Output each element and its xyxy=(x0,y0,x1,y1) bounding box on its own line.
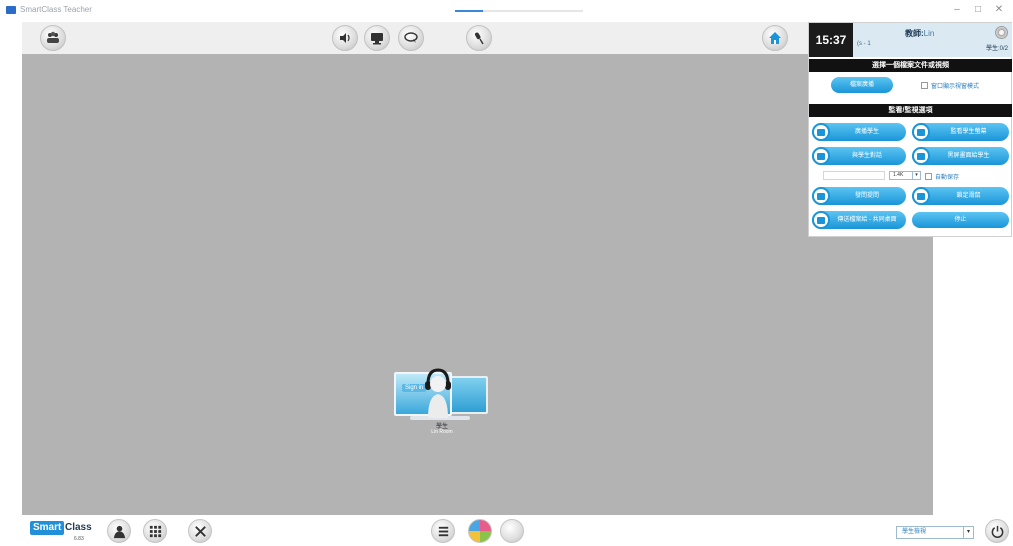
file-broadcast-button[interactable]: 檔案廣播 xyxy=(831,77,893,93)
logo-smart: Smart xyxy=(30,521,65,535)
app-icon xyxy=(6,6,16,14)
logo-class: Class xyxy=(65,522,92,533)
monitor-student-screen-button[interactable]: 監看學生螢幕 xyxy=(912,123,1009,141)
monitor-icon[interactable] xyxy=(364,25,390,51)
tools-icon[interactable] xyxy=(188,519,212,543)
home-icon[interactable] xyxy=(762,25,788,51)
maximize-button[interactable]: □ xyxy=(968,3,988,17)
section-monitor-title: 監看/監視選項 xyxy=(809,104,1012,117)
chevron-down-icon: ▾ xyxy=(963,527,973,538)
black-screen-button[interactable]: 黑屏畫面給學生 xyxy=(912,147,1009,165)
smartclass-logo: Smart Class 6.83 xyxy=(30,521,92,545)
auto-save-checkbox[interactable]: 自動保存 xyxy=(925,172,959,181)
grid-layout-icon[interactable] xyxy=(143,519,167,543)
quality-select[interactable]: 1.4K ▾ xyxy=(889,171,921,180)
student-count: 學生:0/2 xyxy=(985,46,1008,52)
student-avatar-icon xyxy=(425,368,451,418)
speaker-icon xyxy=(812,123,830,141)
class-id: (s - 1 xyxy=(857,41,871,47)
broadcast-student-label: 廣播學生 xyxy=(854,129,879,135)
talk-to-student-button[interactable]: 與學生對話 xyxy=(812,147,906,165)
speaker-icon xyxy=(812,147,830,165)
student-view-select[interactable]: 學生檢視 ▾ xyxy=(896,526,974,539)
close-button[interactable]: ✕ xyxy=(989,3,1009,17)
checkbox-box xyxy=(925,173,932,180)
monitor-icon xyxy=(912,123,930,141)
mouse-icon xyxy=(912,187,930,205)
clock: 15:37 xyxy=(809,23,853,57)
loading-progress-fill xyxy=(455,10,484,12)
section-file-title: 選擇一個檔案文件或視頻 xyxy=(809,59,1012,72)
minimize-button[interactable]: – xyxy=(947,3,967,17)
title-bar: SmartClass Teacher – □ ✕ xyxy=(0,0,1013,22)
send-file-label: 傳送檔案給 - 共同桌面 xyxy=(837,217,897,223)
smartclass-window: SmartClass Teacher – □ ✕ Sign in 學生 Lin … xyxy=(0,0,1013,546)
auto-save-label: 自動保存 xyxy=(935,175,960,181)
send-file-button[interactable]: 傳送檔案給 - 共同桌面 xyxy=(812,211,906,229)
logo-version: 6.83 xyxy=(74,536,84,542)
teacher-label: 教師:Lin xyxy=(905,28,934,39)
color-palette-icon[interactable] xyxy=(468,519,492,543)
quality-select-value: 1.4K xyxy=(893,172,904,178)
classroom-stage: Sign in 學生 Lin Room xyxy=(22,54,933,515)
chevron-down-icon: ▾ xyxy=(912,172,920,179)
student-view-select-value: 學生檢視 xyxy=(902,529,927,535)
student-room: Lin Room xyxy=(431,429,453,435)
microphone-icon[interactable] xyxy=(466,25,492,51)
top-toolbar xyxy=(22,22,808,54)
loading-progress xyxy=(455,10,583,12)
control-panel: 15:37 (s - 1 教師:Lin 學生:0/2 選擇一個檔案文件或視頻 檔… xyxy=(808,22,1012,237)
power-icon[interactable] xyxy=(985,519,1009,543)
settings-gear-icon[interactable] xyxy=(995,26,1008,39)
file-icon xyxy=(812,211,830,229)
monitor-student-screen-label: 監看學生螢幕 xyxy=(950,129,987,135)
bottom-bar: Smart Class 6.83 學生檢視 ▾ xyxy=(0,515,1013,546)
ask-question-button[interactable]: 發問提問 xyxy=(812,187,906,205)
lock-mouse-button[interactable]: 鎖定滑鼠 xyxy=(912,187,1009,205)
window-mode-label: 窗口顯示視窗模式 xyxy=(931,84,980,90)
stop-button[interactable]: 停止 xyxy=(912,212,1009,228)
panel-header: (s - 1 教師:Lin 學生:0/2 xyxy=(853,23,1012,57)
chat-icon xyxy=(812,187,830,205)
black-screen-label: 黑屏畫面給學生 xyxy=(947,153,990,159)
student-profile-icon[interactable] xyxy=(107,519,131,543)
lock-mouse-label: 鎖定滑鼠 xyxy=(956,193,981,199)
list-icon[interactable] xyxy=(431,519,455,543)
teacher-name: Lin xyxy=(923,29,935,38)
speaker-icon[interactable] xyxy=(332,25,358,51)
window-mode-checkbox[interactable]: 窗口顯示視窗模式 xyxy=(921,81,979,90)
student-tile[interactable]: Sign in 學生 Lin Room xyxy=(392,366,492,446)
broadcast-student-button[interactable]: 廣播學生 xyxy=(812,123,906,141)
teacher-prefix: 教師: xyxy=(905,29,924,38)
duration-input[interactable] xyxy=(823,171,885,180)
monitor-icon xyxy=(912,147,930,165)
window-title: SmartClass Teacher xyxy=(20,5,92,14)
ask-question-label: 發問提問 xyxy=(854,193,879,199)
talk-to-student-label: 與學生對話 xyxy=(851,153,882,159)
checkbox-box xyxy=(921,82,928,89)
students-group-icon[interactable] xyxy=(40,25,66,51)
chat-icon[interactable] xyxy=(398,25,424,51)
empty-circle-icon[interactable] xyxy=(500,519,524,543)
